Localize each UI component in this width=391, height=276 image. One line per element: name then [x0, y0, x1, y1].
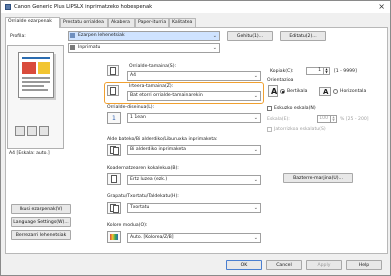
landscape-radio[interactable]: [333, 89, 338, 94]
tab-page-layout[interactable]: Prestatu orrialdea: [60, 18, 108, 27]
chevron-down-icon: ⌄: [253, 235, 258, 241]
portrait-label: Bertikala: [287, 89, 308, 94]
chevron-down-icon: ⌄: [253, 73, 258, 79]
staple-value: Txortatu: [130, 205, 150, 210]
title-bar: Canon Generic Plus LIPSLX inprimatzeko h…: [1, 1, 390, 13]
output-size-select[interactable]: Bat etorri orrialde-tamainarekin ⌄: [127, 91, 261, 101]
preview-view-icon[interactable]: [15, 126, 25, 136]
color-mode-value: Auto. [Kolorea/Z/B]: [130, 235, 174, 240]
duplex-value: Bi alderdiko inprimaketa: [130, 147, 186, 152]
duplex-label: Alde bateko/Bi alderdiko/Liburuxka inpri…: [107, 137, 218, 142]
profile-label: Profila:: [10, 34, 26, 39]
spinner-arrows-icon: ▲ ▼: [330, 116, 336, 122]
printer-app-icon: [5, 4, 11, 10]
duplex-select[interactable]: Bi alderdiko inprimaketa ⌄: [127, 145, 261, 155]
output-size-label: Irteera-tamaina(Z):: [129, 84, 174, 89]
chevron-down-icon: ⌄: [253, 205, 258, 211]
original-size-value: A4: [130, 73, 137, 78]
manual-scaling-checkbox[interactable]: [267, 106, 272, 111]
color-mode-select[interactable]: Auto. [Kolorea/Z/B] ⌄: [127, 233, 261, 243]
chevron-down-icon: ⌄: [253, 177, 258, 183]
collate-icon: [107, 202, 121, 214]
scaling-spinner: 100 ▲ ▼: [317, 115, 337, 123]
profile-icon: [70, 33, 75, 38]
output-size-value: Bat etorri orrialde-tamainarekin: [130, 93, 203, 98]
binding-margin-button[interactable]: Bazterre-marjina(U)...: [283, 173, 353, 183]
pages-per-sheet-label: Orrialde-diseinua(L):: [107, 105, 155, 110]
tab-quality[interactable]: Kalitatea: [169, 18, 196, 27]
page-preview: [7, 45, 64, 149]
ok-button[interactable]: OK: [226, 260, 262, 270]
binding-label: Koadernatzearen kokalekua(B):: [107, 166, 179, 171]
preview-zoom-icon[interactable]: [39, 126, 49, 136]
output-method-value: Inprimatu: [78, 45, 101, 50]
original-size-label: Orrialde-tamaina(S):: [129, 64, 177, 69]
view-settings-button[interactable]: Ikusi ezarpenak(V): [11, 204, 71, 214]
manual-scaling-label: Eskuzko eskala(N): [274, 106, 316, 111]
pages-per-sheet-value: 1 1ean: [130, 115, 146, 120]
pages-per-sheet-icon: 1: [107, 112, 121, 124]
scale-original-label: Jatorrizkoa eskalatu(S): [274, 127, 326, 132]
landscape-label: Horizontala: [340, 89, 367, 94]
pages-per-sheet-select[interactable]: 1 1ean ⌄: [127, 113, 261, 123]
tab-paper-source[interactable]: Paper-iturria: [135, 18, 169, 27]
output-size-icon: [107, 85, 119, 96]
copies-label: Kopiak(C):: [270, 69, 294, 74]
language-settings-button[interactable]: Language Settings(W)...: [11, 217, 71, 227]
chevron-down-icon: ⌄: [253, 93, 258, 99]
portrait-icon: A: [268, 85, 278, 97]
color-mode-icon: [107, 231, 121, 243]
binding-select[interactable]: Ertz luzea (ezk.) ⌄: [127, 175, 261, 185]
scaling-range: % [25 - 200]: [340, 117, 369, 122]
original-size-select[interactable]: A4 ⌄: [127, 71, 261, 81]
staple-label: Grapatu/Txortatu/Taldekatu(H):: [107, 194, 179, 199]
add-profile-button[interactable]: Gehitu(1)...: [227, 31, 273, 41]
spinner-arrows-icon[interactable]: ▲ ▼: [323, 68, 329, 74]
chevron-down-icon: ⌄: [253, 147, 258, 153]
preview-caption: A4 [Eskala: auto.]: [9, 151, 50, 156]
preview-settings-icon[interactable]: [27, 126, 37, 136]
chevron-down-icon: ⌄: [212, 33, 217, 39]
restore-defaults-button[interactable]: Berrezarri lehenetsiak: [11, 230, 71, 240]
chevron-down-icon: ⌄: [212, 45, 217, 51]
output-method-select[interactable]: Inprimatu ⌄: [68, 43, 220, 53]
page-size-icon: [107, 65, 119, 76]
landscape-icon: A: [319, 87, 331, 96]
scaling-label: Eskala(E):: [267, 117, 290, 122]
edit-profile-button[interactable]: Editatu(2)...: [280, 31, 326, 41]
profile-select[interactable]: Ezarpen lehenetsiak ⌄: [68, 31, 220, 41]
scaling-value: 100: [319, 116, 328, 121]
chevron-down-icon: ⌄: [253, 115, 258, 121]
copies-spinner[interactable]: 1 ▲ ▼: [306, 67, 330, 75]
apply-button[interactable]: Apply: [306, 260, 342, 270]
binding-icon: [107, 173, 121, 185]
help-button[interactable]: Help: [346, 260, 382, 270]
tab-page-setup[interactable]: Orrialde ezarpenak: [5, 17, 60, 28]
printer-icon: [70, 45, 75, 50]
profile-value: Ezarpen lehenetsiak: [78, 33, 125, 38]
copies-value: 1: [318, 68, 321, 73]
binding-value: Ertz luzea (ezk.): [130, 177, 168, 182]
scale-original-checkbox: [267, 127, 272, 132]
color-mode-label: Kolore modua(O):: [107, 223, 148, 228]
window-title: Canon Generic Plus LIPSLX inprimatzeko h…: [14, 4, 153, 10]
cancel-button[interactable]: Cancel: [266, 260, 302, 270]
close-icon[interactable]: ×: [378, 2, 385, 11]
printing-preferences-window: Canon Generic Plus LIPSLX inprimatzeko h…: [0, 0, 391, 276]
tab-finishing[interactable]: Akabera: [108, 18, 135, 27]
duplex-icon: [107, 144, 121, 156]
portrait-radio[interactable]: [280, 89, 285, 94]
staple-select[interactable]: Txortatu ⌄: [127, 203, 261, 213]
orientation-label: Orientazioa: [267, 78, 294, 83]
preview-page: [18, 52, 54, 98]
copies-range: [1 - 9999]: [334, 69, 357, 74]
